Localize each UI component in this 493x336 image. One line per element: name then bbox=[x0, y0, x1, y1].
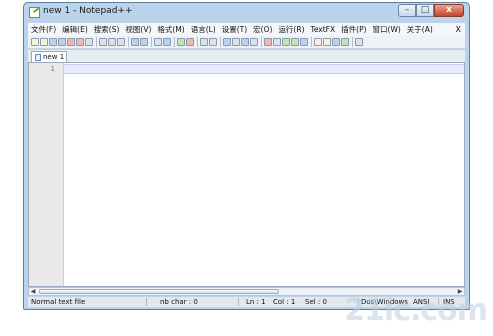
toolbar bbox=[28, 36, 465, 49]
show-all-chars-icon[interactable] bbox=[232, 38, 240, 46]
toolbar-separator bbox=[197, 37, 198, 47]
menu-view[interactable]: 视图(V) bbox=[122, 24, 154, 35]
close-file-icon[interactable] bbox=[67, 38, 75, 46]
toolbar-separator bbox=[220, 37, 221, 47]
menu-file[interactable]: 文件(F) bbox=[28, 24, 59, 35]
plugin-icon-2[interactable] bbox=[323, 38, 331, 46]
title-bar[interactable]: new 1 - Notepad++ – □ x bbox=[24, 3, 469, 23]
tab-new-1[interactable]: new 1 bbox=[31, 51, 67, 62]
undo-icon[interactable] bbox=[131, 38, 139, 46]
toolbar-separator bbox=[311, 37, 312, 47]
spellcheck-icon[interactable] bbox=[341, 38, 349, 46]
save-all-icon[interactable] bbox=[58, 38, 66, 46]
menu-window[interactable]: 窗口(W) bbox=[370, 24, 404, 35]
minimize-button[interactable]: – bbox=[398, 4, 416, 17]
window-controls: – □ x bbox=[398, 4, 464, 18]
status-divider bbox=[238, 298, 239, 306]
open-file-icon[interactable] bbox=[40, 38, 48, 46]
toolbar-separator bbox=[151, 37, 152, 47]
user-language-icon[interactable] bbox=[250, 38, 258, 46]
close-all-icon[interactable] bbox=[76, 38, 84, 46]
watermark-text: 21ic.com bbox=[344, 293, 488, 328]
toolbar-separator bbox=[261, 37, 262, 47]
text-editor[interactable]: 1 bbox=[28, 62, 465, 287]
copy-icon[interactable] bbox=[108, 38, 116, 46]
save-icon[interactable] bbox=[49, 38, 57, 46]
menu-textfx[interactable]: TextFX bbox=[308, 25, 339, 34]
maximize-button[interactable]: □ bbox=[416, 4, 434, 17]
record-macro-icon[interactable] bbox=[264, 38, 272, 46]
sync-vertical-icon[interactable] bbox=[200, 38, 208, 46]
toolbar-separator bbox=[128, 37, 129, 47]
notepadpp-app-icon bbox=[29, 7, 40, 18]
line-number-gutter: 1 bbox=[29, 63, 64, 286]
menu-about[interactable]: 关于(A) bbox=[404, 24, 436, 35]
status-column: Col : 1 bbox=[273, 298, 296, 306]
print-icon[interactable] bbox=[85, 38, 93, 46]
replace-icon[interactable] bbox=[163, 38, 171, 46]
scrollbar-thumb[interactable] bbox=[39, 289, 279, 294]
stop-macro-icon[interactable] bbox=[273, 38, 281, 46]
close-document-button[interactable]: X bbox=[456, 25, 465, 34]
toolbar-separator bbox=[174, 37, 175, 47]
new-file-icon[interactable] bbox=[31, 38, 39, 46]
tab-label: new 1 bbox=[43, 53, 65, 61]
play-macro-icon[interactable] bbox=[282, 38, 290, 46]
scroll-left-icon[interactable]: ◀ bbox=[29, 288, 37, 295]
menu-search[interactable]: 搜索(S) bbox=[91, 24, 123, 35]
find-icon[interactable] bbox=[154, 38, 162, 46]
status-divider bbox=[146, 298, 147, 306]
word-wrap-icon[interactable] bbox=[223, 38, 231, 46]
document-icon bbox=[35, 53, 41, 61]
toolbar-separator bbox=[96, 37, 97, 47]
menu-macro[interactable]: 宏(O) bbox=[250, 24, 275, 35]
zoom-in-icon[interactable] bbox=[177, 38, 185, 46]
site-watermark: 21ic.com bbox=[318, 290, 493, 330]
notepadpp-window: new 1 - Notepad++ – □ x 文件(F) 编辑(E) 搜索(S… bbox=[23, 2, 470, 310]
paste-icon[interactable] bbox=[117, 38, 125, 46]
plugin-icon-1[interactable] bbox=[314, 38, 322, 46]
menu-language[interactable]: 语言(L) bbox=[188, 24, 219, 35]
status-char-count: nb char : 0 bbox=[160, 298, 198, 306]
redo-icon[interactable] bbox=[140, 38, 148, 46]
indent-guide-icon[interactable] bbox=[241, 38, 249, 46]
menu-edit[interactable]: 编辑(E) bbox=[59, 24, 91, 35]
status-file-type: Normal text file bbox=[31, 298, 86, 306]
toolbar-separator bbox=[352, 37, 353, 47]
menu-bar: 文件(F) 编辑(E) 搜索(S) 视图(V) 格式(M) 语言(L) 设置(T… bbox=[28, 23, 465, 36]
menu-plugins[interactable]: 插件(P) bbox=[338, 24, 369, 35]
menu-format[interactable]: 格式(M) bbox=[154, 24, 187, 35]
line-number: 1 bbox=[50, 65, 55, 73]
plugin-icon-3[interactable] bbox=[332, 38, 340, 46]
tab-bar: new 1 bbox=[28, 50, 465, 62]
save-macro-icon[interactable] bbox=[300, 38, 308, 46]
compare-icon[interactable] bbox=[355, 38, 363, 46]
menu-run[interactable]: 运行(R) bbox=[275, 24, 307, 35]
menu-settings[interactable]: 设置(T) bbox=[219, 24, 250, 35]
sync-horizontal-icon[interactable] bbox=[209, 38, 217, 46]
status-line: Ln : 1 bbox=[246, 298, 266, 306]
run-macro-multiple-icon[interactable] bbox=[291, 38, 299, 46]
cut-icon[interactable] bbox=[99, 38, 107, 46]
window-title: new 1 - Notepad++ bbox=[43, 6, 133, 16]
close-button[interactable]: x bbox=[434, 4, 464, 17]
zoom-out-icon[interactable] bbox=[186, 38, 194, 46]
current-line-highlight[interactable] bbox=[64, 64, 464, 74]
